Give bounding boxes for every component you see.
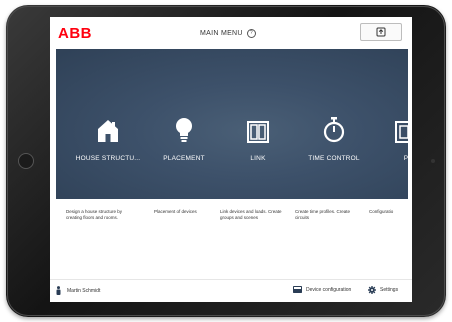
settings-label: Settings bbox=[380, 287, 399, 293]
device-configuration-label: Device configuration bbox=[306, 286, 352, 293]
stopwatch-icon bbox=[323, 117, 345, 143]
tile-placement[interactable]: PLACEMENT bbox=[144, 117, 224, 162]
house-icon bbox=[98, 120, 118, 142]
tile-description-placement: Placement of devices bbox=[154, 209, 197, 214]
tile-description-link: Link devices and loads. Create groups an… bbox=[220, 209, 282, 220]
device-configuration-button[interactable]: Device configuration bbox=[293, 286, 351, 293]
camera bbox=[431, 159, 435, 163]
tile-description-time-control: Create time profiles. Create circuits bbox=[295, 209, 351, 220]
tile-house-structure[interactable]: HOUSE STRUCTU... bbox=[68, 117, 148, 162]
tile-label: PLACEMENT bbox=[163, 155, 205, 162]
tile-time-control[interactable]: TIME CONTROL bbox=[294, 117, 374, 162]
tile-label: HOUSE STRUCTU... bbox=[75, 155, 141, 162]
tile-label: TIME CONTROL bbox=[308, 155, 360, 162]
lightbulb-icon bbox=[176, 118, 192, 142]
device-card-icon bbox=[293, 286, 302, 293]
title-area: MAIN MENU ? bbox=[200, 29, 256, 38]
tile-label: P bbox=[403, 155, 408, 162]
tile-label: LINK bbox=[250, 155, 266, 162]
upload-icon bbox=[376, 27, 386, 37]
person-icon bbox=[56, 286, 61, 295]
settings-button[interactable]: Settings bbox=[368, 286, 398, 294]
tile-description-partial: Configuratio bbox=[369, 209, 394, 214]
tile-link[interactable]: LINK bbox=[218, 117, 298, 162]
tile-partial[interactable]: P bbox=[366, 117, 408, 162]
page-title: MAIN MENU bbox=[200, 30, 243, 37]
device-icon bbox=[395, 121, 408, 143]
upload-button[interactable] bbox=[360, 23, 402, 41]
user-name: Martin Schmidt bbox=[67, 287, 101, 294]
main-menu-hero: HOUSE STRUCTU... PLACEMENT LINK TIME CON… bbox=[56, 49, 408, 199]
user-info[interactable]: Martin Schmidt bbox=[56, 286, 100, 295]
abb-logo: ABB bbox=[58, 25, 92, 42]
help-icon[interactable]: ? bbox=[246, 29, 256, 38]
gear-icon bbox=[368, 286, 376, 294]
tile-description-house: Design a house structure by creating flo… bbox=[66, 209, 123, 220]
home-button bbox=[18, 153, 34, 169]
link-panel-icon bbox=[247, 121, 269, 143]
footer-bar: Martin Schmidt Device configuration Sett… bbox=[50, 279, 412, 302]
app-screen: ABB MAIN MENU ? HOUSE STRUCTU... PLACEME… bbox=[50, 17, 412, 302]
top-bar: ABB MAIN MENU ? bbox=[50, 17, 412, 49]
